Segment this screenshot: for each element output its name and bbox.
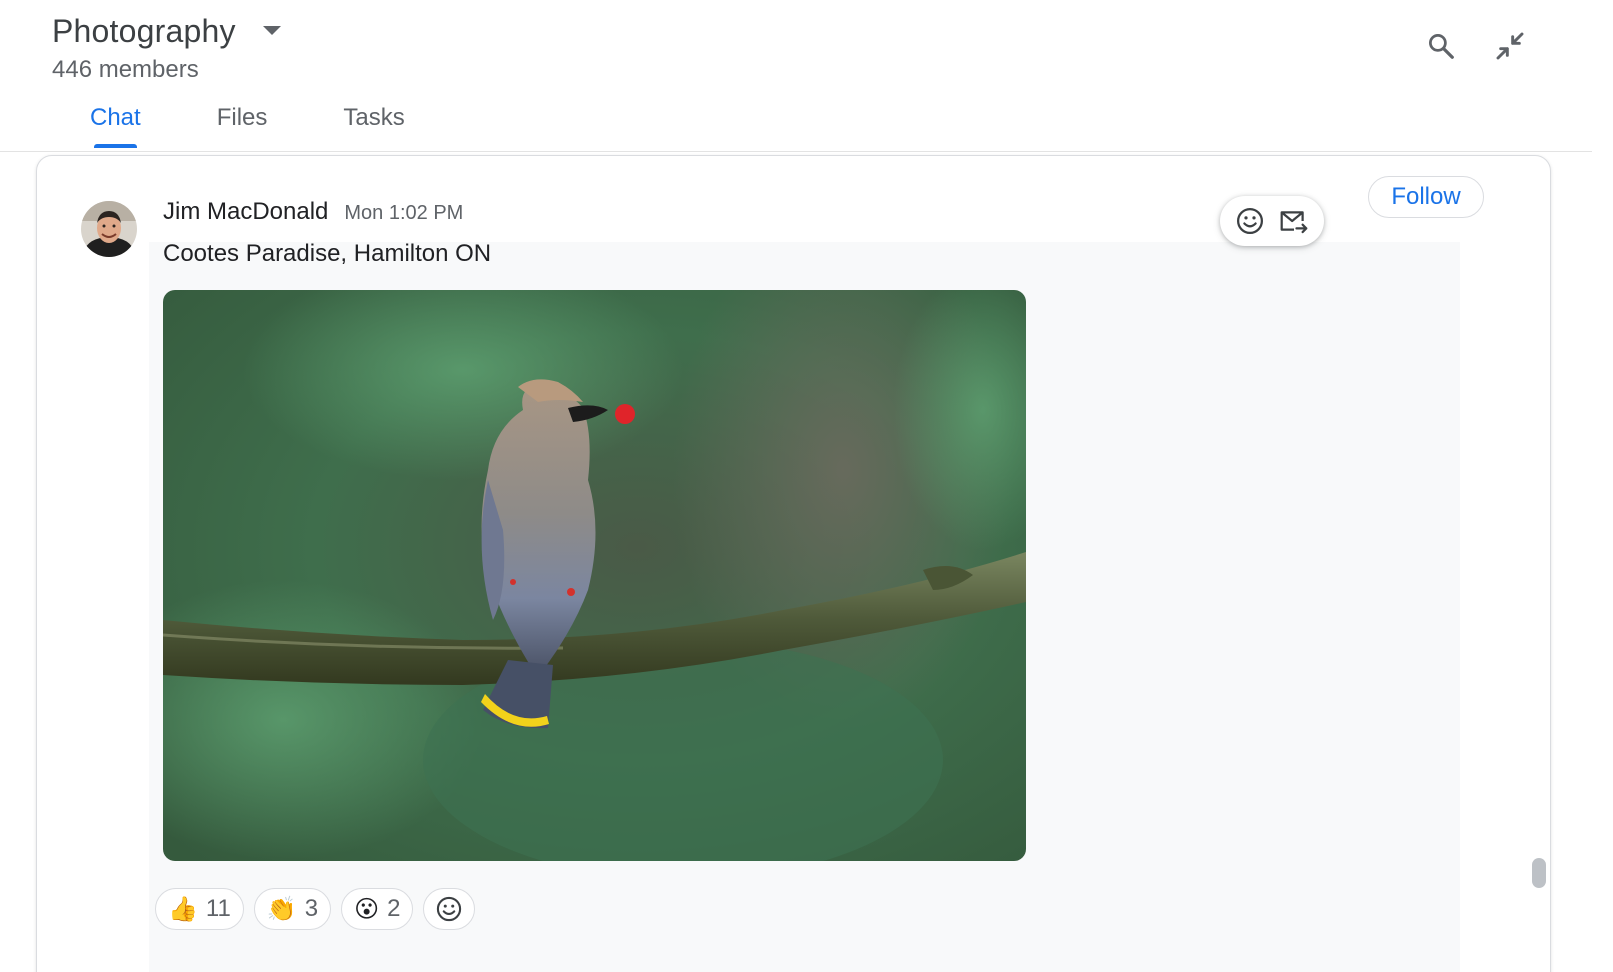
- space-header: Photography 446 members Chat Files Tasks: [0, 0, 1592, 152]
- scrollbar-thumb[interactable]: [1532, 858, 1546, 888]
- surprised-face-emoji: 😮: [354, 895, 380, 923]
- add-reaction-icon: [1237, 208, 1263, 234]
- avatar-image: [81, 201, 137, 257]
- message-timestamp: Mon 1:02 PM: [344, 202, 464, 224]
- bird-photo: [163, 290, 1026, 861]
- reaction-bar: 👍 11 👏 3 😮 2: [155, 888, 476, 930]
- tab-bar: Chat Files Tasks: [52, 96, 443, 152]
- tab-files[interactable]: Files: [179, 96, 306, 152]
- reaction-chip-surprised[interactable]: 😮 2: [341, 888, 414, 930]
- space-title: Photography: [52, 12, 236, 49]
- tab-chat[interactable]: Chat: [52, 96, 179, 152]
- sender-name[interactable]: Jim MacDonald: [163, 198, 328, 226]
- avatar[interactable]: [81, 201, 137, 257]
- add-reaction-chip[interactable]: [423, 888, 476, 930]
- tab-tasks[interactable]: Tasks: [305, 96, 442, 152]
- search-button[interactable]: [1419, 24, 1463, 68]
- title-row: Photography: [52, 10, 288, 52]
- collapse-button[interactable]: [1488, 24, 1532, 68]
- thumbs-up-emoji: 👍: [168, 895, 198, 923]
- message-card: Jim MacDonald Mon 1:02 PM Cootes Paradis…: [36, 155, 1551, 972]
- reaction-count: 2: [387, 895, 401, 922]
- clapping-hands-emoji: 👏: [266, 895, 297, 923]
- forward-to-inbox-button[interactable]: [1276, 203, 1312, 239]
- follow-button[interactable]: Follow: [1368, 176, 1484, 218]
- message-header: Jim MacDonald Mon 1:02 PM: [163, 198, 463, 226]
- message-hover-actions: [1220, 196, 1324, 246]
- message-photo[interactable]: [163, 290, 1026, 861]
- arrow-drop-down-icon: [262, 26, 281, 35]
- reaction-chip-thumbs-up[interactable]: 👍 11: [155, 888, 244, 930]
- member-count: 446 members: [52, 56, 199, 83]
- add-reaction-button[interactable]: [1232, 203, 1268, 239]
- message-text: Cootes Paradise, Hamilton ON: [163, 240, 492, 267]
- search-icon: [1429, 34, 1454, 59]
- forward-to-inbox-icon: [1280, 211, 1308, 234]
- space-menu-button[interactable]: [256, 15, 288, 47]
- add-reaction-icon: [437, 896, 462, 922]
- reaction-count: 3: [304, 895, 319, 922]
- app-window: Photography 446 members Chat Files Tasks…: [0, 0, 1613, 972]
- reaction-count: 11: [205, 895, 231, 922]
- collapse-icon: [1496, 32, 1524, 60]
- reaction-chip-clap[interactable]: 👏 3: [253, 888, 332, 930]
